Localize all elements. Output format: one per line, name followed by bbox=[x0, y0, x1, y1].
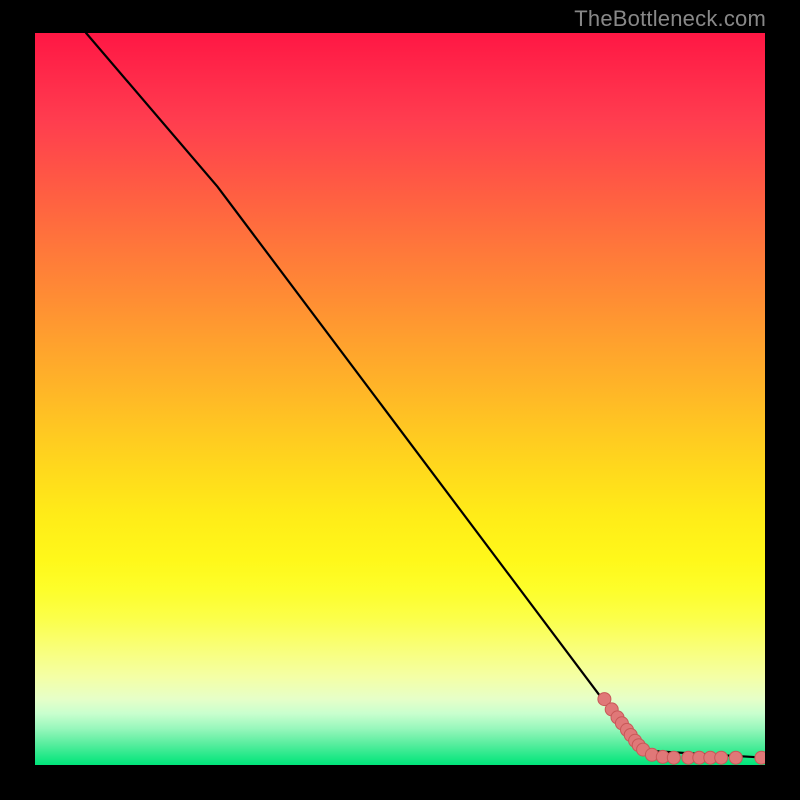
data-point bbox=[605, 703, 618, 716]
data-point bbox=[637, 743, 650, 756]
data-point bbox=[629, 734, 642, 747]
data-point bbox=[715, 751, 728, 764]
data-point bbox=[667, 751, 680, 764]
data-point bbox=[656, 750, 669, 763]
data-point bbox=[729, 751, 742, 764]
data-point bbox=[615, 717, 628, 730]
data-point bbox=[611, 711, 624, 724]
chart-stage: TheBottleneck.com bbox=[0, 0, 800, 800]
attribution-text: TheBottleneck.com bbox=[574, 6, 766, 32]
data-point bbox=[624, 729, 637, 742]
data-point bbox=[704, 751, 717, 764]
data-point bbox=[598, 693, 611, 706]
data-point bbox=[621, 723, 634, 736]
data-point bbox=[755, 751, 765, 764]
data-point bbox=[693, 751, 706, 764]
data-point bbox=[682, 751, 695, 764]
plot-area bbox=[35, 33, 765, 765]
chart-svg bbox=[35, 33, 765, 765]
data-point bbox=[632, 739, 645, 752]
curve-line bbox=[86, 33, 765, 758]
data-point bbox=[645, 748, 658, 761]
